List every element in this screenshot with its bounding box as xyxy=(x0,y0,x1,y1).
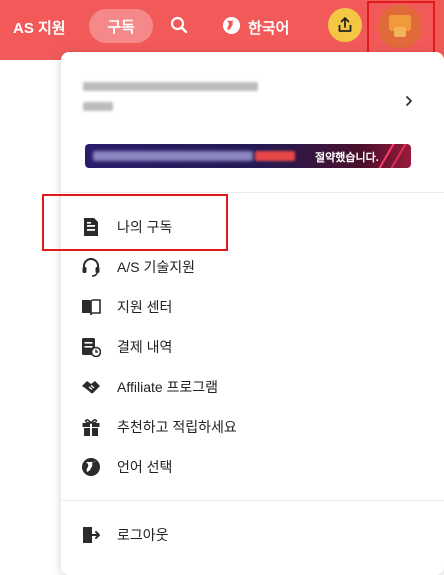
menu-item-label: A/S 기술지원 xyxy=(117,259,195,275)
menu-item-label: 결제 내역 xyxy=(117,339,173,355)
menu-item-label: 추천하고 적립하세요 xyxy=(117,419,237,435)
menu-item-label: 나의 구독 xyxy=(117,219,173,235)
top-navigation-bar: AS 지원 구독 한국어 xyxy=(0,0,444,60)
logout-button[interactable]: 로그아웃 xyxy=(79,520,419,550)
menu-item-label: 지원 센터 xyxy=(117,299,173,315)
globe-icon[interactable] xyxy=(220,14,242,36)
divider xyxy=(61,192,444,193)
account-dropdown-menu: 절약했습니다. 나의 구독 A/S 기술지원 지원 센터 결제 내역 Affil… xyxy=(61,52,444,575)
menu-item-label: Affiliate 프로그램 xyxy=(117,379,219,395)
avatar xyxy=(378,5,422,49)
chevron-right-icon[interactable] xyxy=(405,94,413,112)
menu-item-refer[interactable]: 추천하고 적립하세요 xyxy=(79,412,419,442)
handshake-icon xyxy=(79,375,103,399)
savings-banner[interactable]: 절약했습니다. xyxy=(85,144,411,168)
share-button[interactable] xyxy=(328,8,362,42)
as-support-link[interactable]: AS 지원 xyxy=(13,17,66,38)
account-info[interactable] xyxy=(83,78,413,124)
globe-icon xyxy=(79,455,103,479)
logout-icon xyxy=(79,523,103,547)
receipt-icon xyxy=(79,335,103,359)
search-icon[interactable] xyxy=(168,14,190,36)
menu-item-billing[interactable]: 결제 내역 xyxy=(79,332,419,362)
subscribe-button[interactable]: 구독 xyxy=(89,9,153,43)
savings-text: 절약했습니다. xyxy=(315,152,379,164)
divider xyxy=(61,500,444,501)
menu-item-label: 언어 선택 xyxy=(117,459,173,475)
share-icon xyxy=(338,17,352,32)
document-icon xyxy=(79,215,103,239)
menu-item-language[interactable]: 언어 선택 xyxy=(79,452,419,482)
subscribe-label: 구독 xyxy=(107,18,135,36)
user-avatar-button[interactable] xyxy=(375,3,433,51)
gift-icon xyxy=(79,415,103,439)
book-icon xyxy=(79,295,103,319)
menu-item-help-center[interactable]: 지원 센터 xyxy=(79,292,419,322)
menu-item-affiliate[interactable]: Affiliate 프로그램 xyxy=(79,372,419,402)
menu-item-as-support[interactable]: A/S 기술지원 xyxy=(79,252,419,282)
headset-icon xyxy=(79,255,103,279)
logout-label: 로그아웃 xyxy=(117,527,169,543)
language-selector[interactable]: 한국어 xyxy=(248,17,289,38)
menu-item-my-subscription[interactable]: 나의 구독 xyxy=(79,212,419,242)
